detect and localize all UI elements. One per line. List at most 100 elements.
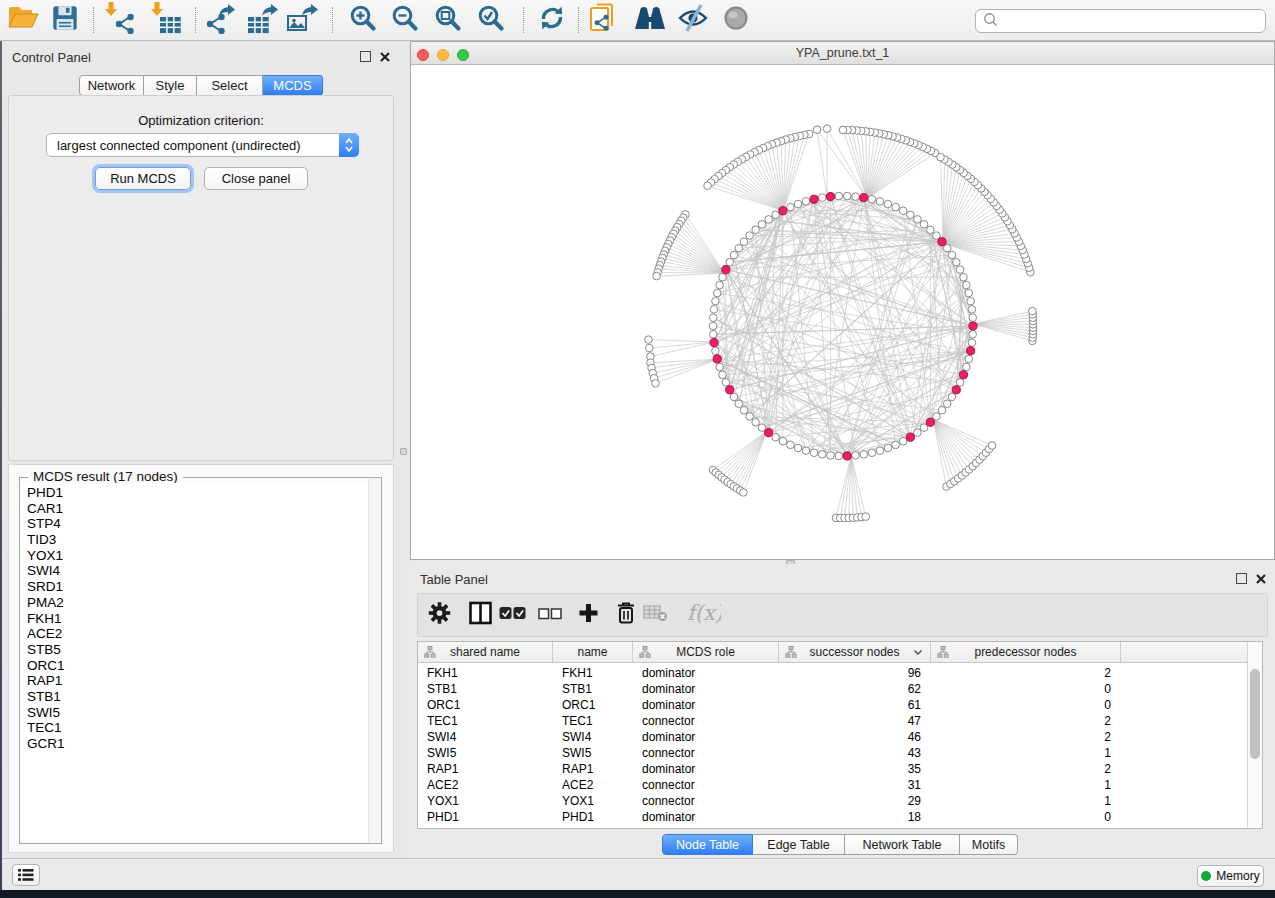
cell-shared-name[interactable]: TEC1	[418, 713, 553, 729]
cell-predecessor-nodes[interactable]: 1	[931, 745, 1121, 761]
table-row[interactable]: RAP1RAP1dominator352	[418, 761, 1247, 777]
mcds-node-item[interactable]: RAP1	[27, 673, 368, 689]
mcds-node-item[interactable]: YOX1	[27, 548, 368, 564]
cell-shared-name[interactable]: ACE2	[418, 777, 553, 793]
cell-name[interactable]: PHD1	[553, 809, 633, 825]
cell-shared-name[interactable]: ORC1	[418, 697, 553, 713]
close-panel-button[interactable]: Close panel	[204, 167, 308, 190]
cell-successor-nodes[interactable]: 18	[779, 809, 931, 825]
import-table-disabled-button[interactable]	[643, 604, 668, 626]
table-scrollbar[interactable]	[1247, 642, 1262, 828]
table-row[interactable]: STB1STB1dominator620	[418, 681, 1247, 697]
cell-MCDS-role[interactable]: dominator	[633, 697, 779, 713]
network-canvas[interactable]	[411, 65, 1274, 559]
cell-name[interactable]: STB1	[553, 681, 633, 697]
network-graph[interactable]	[411, 65, 1274, 559]
select-all-check-button[interactable]	[499, 606, 526, 624]
cell-predecessor-nodes[interactable]: 0	[931, 681, 1121, 697]
mcds-node-item[interactable]: STB5	[27, 642, 368, 658]
cell-shared-name[interactable]: RAP1	[418, 761, 553, 777]
cell-successor-nodes[interactable]: 61	[779, 697, 931, 713]
cell-predecessor-nodes[interactable]: 2	[931, 665, 1121, 681]
cell-MCDS-role[interactable]: connector	[633, 777, 779, 793]
export-table-button[interactable]	[246, 3, 280, 37]
table-row[interactable]: SWI4SWI4dominator462	[418, 729, 1247, 745]
mcds-node-item[interactable]: SRD1	[27, 579, 368, 595]
mcds-node-item[interactable]: FKH1	[27, 611, 368, 627]
cell-MCDS-role[interactable]: connector	[633, 745, 779, 761]
mcds-node-item[interactable]: PHD1	[27, 485, 368, 501]
cell-successor-nodes[interactable]: 43	[779, 745, 931, 761]
search-box[interactable]	[975, 9, 1266, 33]
close-table-panel-icon[interactable]	[1255, 573, 1267, 585]
cell-successor-nodes[interactable]: 31	[779, 777, 931, 793]
cell-successor-nodes[interactable]: 35	[779, 761, 931, 777]
table-options-button[interactable]	[428, 602, 451, 629]
cell-name[interactable]: FKH1	[553, 665, 633, 681]
tab-edge-table[interactable]: Edge Table	[753, 834, 845, 855]
delete-row-button[interactable]	[616, 601, 636, 629]
cell-shared-name[interactable]: STB1	[418, 681, 553, 697]
cell-successor-nodes[interactable]: 62	[779, 681, 931, 697]
cell-MCDS-role[interactable]: connector	[633, 793, 779, 809]
mcds-node-item[interactable]: STB1	[27, 689, 368, 705]
close-panel-icon[interactable]	[379, 51, 391, 63]
cell-shared-name[interactable]: SWI4	[418, 729, 553, 745]
level-of-detail-button[interactable]	[719, 3, 753, 37]
mcds-node-item[interactable]: STP4	[27, 516, 368, 532]
import-table-button[interactable]	[148, 3, 182, 37]
cell-name[interactable]: SWI5	[553, 745, 633, 761]
export-network-button[interactable]	[204, 3, 238, 37]
cell-shared-name[interactable]: PHD1	[418, 809, 553, 825]
column-header-MCDS-role[interactable]: MCDS role	[633, 642, 779, 662]
zoom-fit-button[interactable]	[431, 3, 465, 37]
mcds-node-item[interactable]: CAR1	[27, 501, 368, 517]
mcds-node-item[interactable]: TID3	[27, 532, 368, 548]
deselect-all-button[interactable]	[538, 606, 562, 624]
tab-select[interactable]: Select	[197, 75, 263, 96]
tab-node-table[interactable]: Node Table	[662, 834, 753, 855]
refresh-view-button[interactable]	[535, 3, 569, 37]
mcds-node-item[interactable]: ACE2	[27, 626, 368, 642]
clone-network-button[interactable]	[588, 3, 622, 37]
tab-network[interactable]: Network	[79, 75, 144, 96]
cell-MCDS-role[interactable]: dominator	[633, 761, 779, 777]
mcds-node-item[interactable]: PMA2	[27, 595, 368, 611]
cell-name[interactable]: TEC1	[553, 713, 633, 729]
table-row[interactable]: FKH1FKH1dominator962	[418, 665, 1247, 681]
tab-network-table[interactable]: Network Table	[845, 834, 960, 855]
add-row-button[interactable]	[578, 603, 599, 628]
cell-name[interactable]: RAP1	[553, 761, 633, 777]
tab-style[interactable]: Style	[144, 75, 197, 96]
open-file-button[interactable]	[6, 3, 40, 37]
mcds-node-item[interactable]: GCR1	[27, 736, 368, 752]
mcds-node-item[interactable]: TEC1	[27, 720, 368, 736]
task-history-button[interactable]	[12, 864, 40, 886]
float-table-panel-icon[interactable]	[1236, 573, 1247, 584]
cell-successor-nodes[interactable]: 96	[779, 665, 931, 681]
search-network-button[interactable]	[633, 3, 667, 37]
cell-shared-name[interactable]: YOX1	[418, 793, 553, 809]
zoom-in-button[interactable]	[346, 3, 380, 37]
zoom-selected-region-button[interactable]	[474, 3, 508, 37]
column-header-shared-name[interactable]: shared name	[418, 642, 553, 662]
mcds-node-item[interactable]: SWI4	[27, 563, 368, 579]
cell-predecessor-nodes[interactable]: 0	[931, 809, 1121, 825]
cell-predecessor-nodes[interactable]: 2	[931, 729, 1121, 745]
table-row[interactable]: YOX1YOX1connector291	[418, 793, 1247, 809]
column-header-predecessor-nodes[interactable]: predecessor nodes	[931, 642, 1121, 662]
import-network-button[interactable]	[102, 3, 136, 37]
table-row[interactable]: ORC1ORC1dominator610	[418, 697, 1247, 713]
mcds-node-item[interactable]: SWI5	[27, 705, 368, 721]
mcds-list-scrollbar[interactable]	[368, 479, 380, 842]
cell-shared-name[interactable]: FKH1	[418, 665, 553, 681]
cell-name[interactable]: YOX1	[553, 793, 633, 809]
show-columns-button[interactable]	[468, 601, 493, 629]
tab-motifs[interactable]: Motifs	[960, 834, 1018, 855]
splitter-handle[interactable]	[400, 448, 407, 455]
optimization-dropdown[interactable]: largest connected component (undirected)	[46, 133, 359, 157]
cell-predecessor-nodes[interactable]: 2	[931, 761, 1121, 777]
cell-predecessor-nodes[interactable]: 1	[931, 793, 1121, 809]
toggle-panel-visibility-button[interactable]	[676, 3, 710, 37]
zoom-out-button[interactable]	[388, 3, 422, 37]
